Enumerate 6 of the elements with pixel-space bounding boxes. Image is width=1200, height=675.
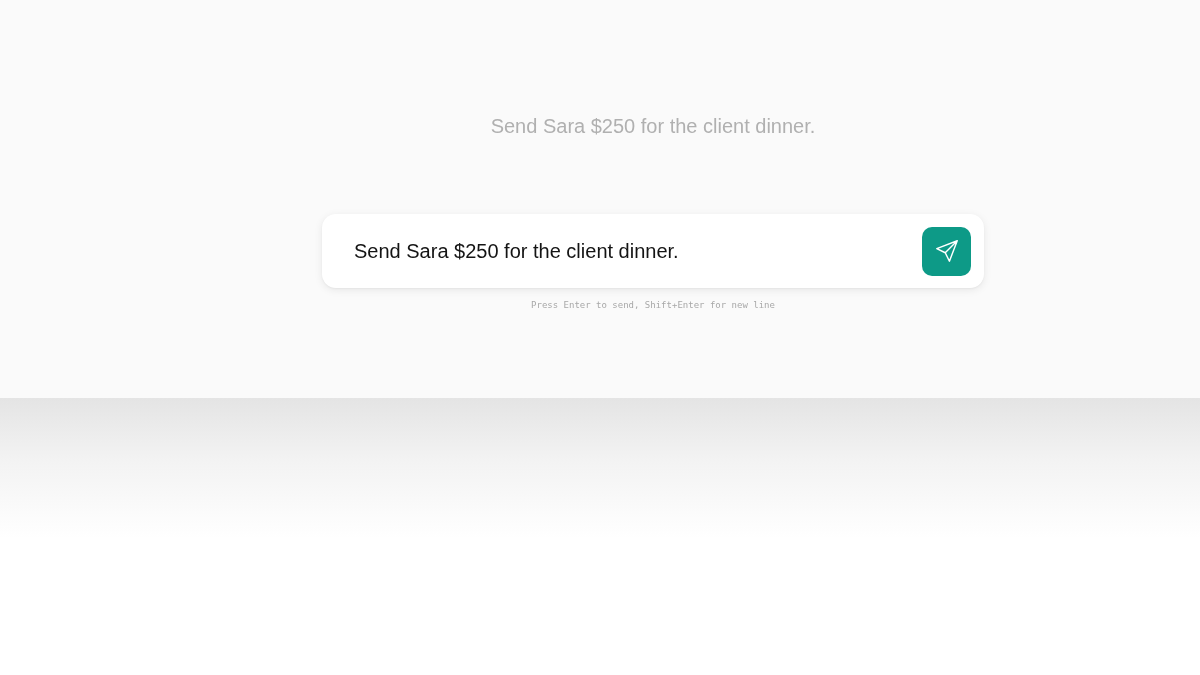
message-input[interactable]: Send Sara $250 for the client dinner.: [354, 236, 910, 266]
keyboard-hint: Press Enter to send, Shift+Enter for new line: [531, 299, 775, 312]
send-button[interactable]: [922, 226, 971, 276]
paper-plane-icon: [935, 240, 958, 262]
message-composer[interactable]: Send Sara $250 for the client dinner.: [322, 214, 984, 288]
echo-text: Send Sara $250 for the client dinner.: [490, 114, 816, 139]
